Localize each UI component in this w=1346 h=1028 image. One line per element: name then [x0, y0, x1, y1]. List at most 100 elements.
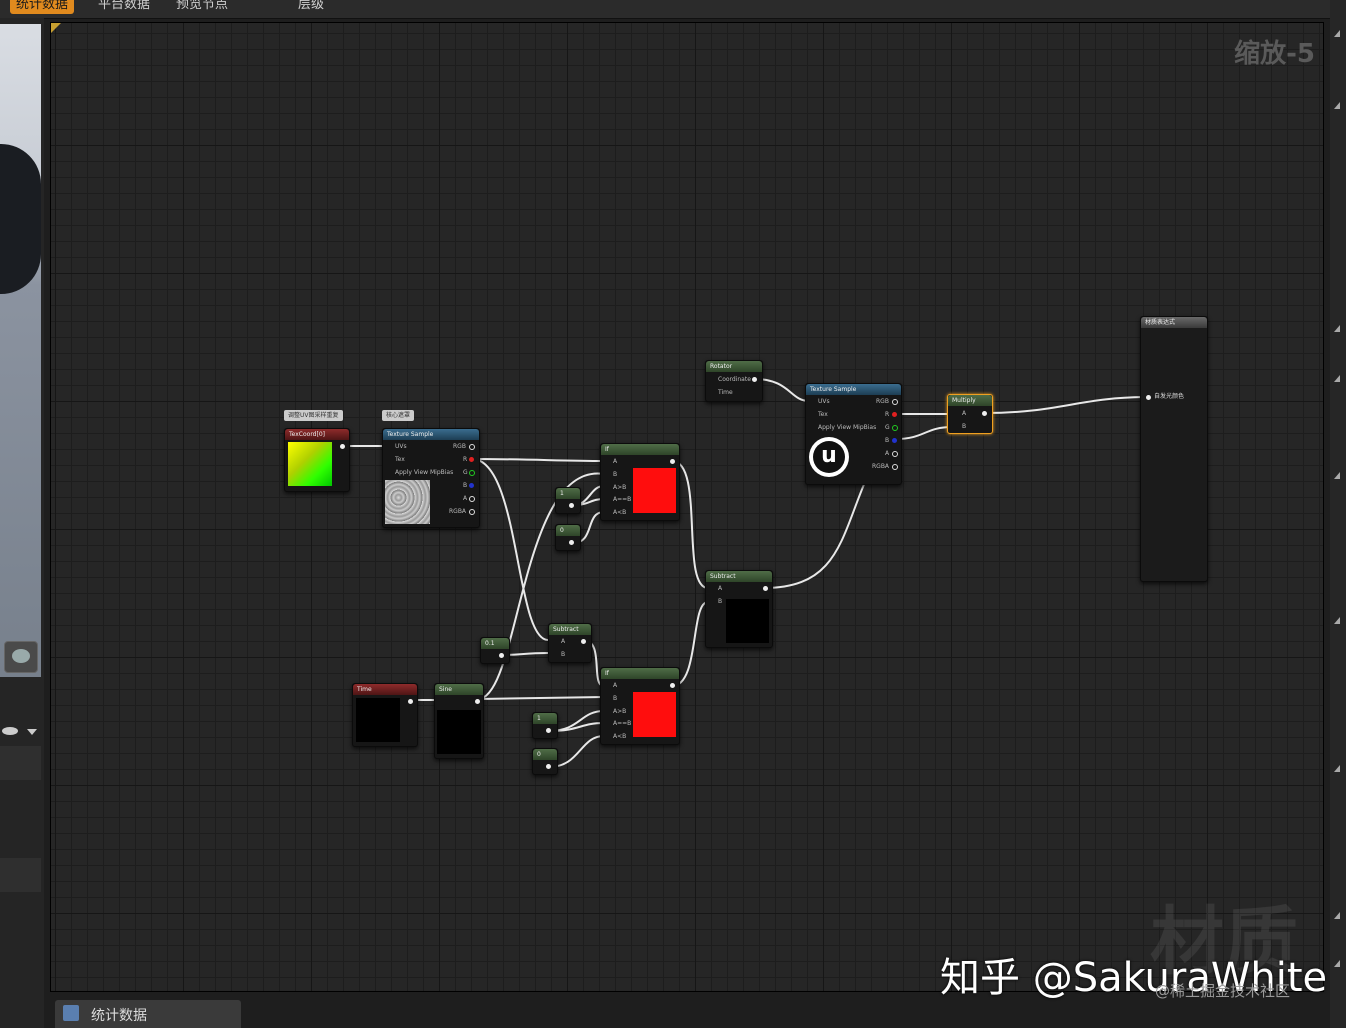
node-constant[interactable]: 0 — [532, 748, 558, 775]
bottom-tab-label: 统计数据 — [91, 1008, 147, 1024]
node-title: If — [601, 444, 679, 455]
black-preview — [356, 698, 400, 742]
uv-gradient-preview — [288, 442, 332, 486]
node-title: Texture Sample — [806, 384, 901, 395]
node-time[interactable]: Time — [352, 683, 418, 747]
pin-label: A<B — [613, 509, 627, 516]
output-pin[interactable] — [499, 653, 504, 658]
output-pin[interactable] — [475, 699, 480, 704]
output-pin[interactable] — [569, 540, 574, 545]
output-pin[interactable] — [546, 728, 551, 733]
node-title: Texture Sample — [383, 429, 479, 440]
node-if-2[interactable]: If A B A>B A==B A<B — [600, 667, 680, 745]
output-pin[interactable] — [340, 444, 345, 449]
output-pin[interactable] — [670, 459, 675, 464]
node-title: Sine — [435, 684, 483, 695]
pin-label: 自发光颜色 — [1154, 393, 1185, 400]
output-pin[interactable] — [469, 496, 475, 502]
pin-label: A — [463, 495, 468, 502]
comment-box[interactable]: 核心遮罩 — [382, 410, 415, 421]
node-texture-sample-1[interactable]: Texture Sample UVs Tex Apply View MipBia… — [382, 428, 480, 528]
wire — [471, 458, 549, 641]
pin-label: A — [561, 638, 566, 645]
pin-label: A — [613, 458, 618, 465]
black-preview — [726, 599, 769, 643]
node-title: 0 — [556, 525, 580, 536]
node-title: 1 — [533, 713, 557, 724]
red-preview — [633, 692, 676, 737]
input-pin-emissive[interactable] — [1146, 395, 1151, 400]
output-pin[interactable] — [469, 444, 475, 450]
output-pin[interactable] — [892, 399, 898, 405]
output-pin[interactable] — [546, 764, 551, 769]
output-pin[interactable] — [892, 451, 898, 457]
pin-label: R — [463, 456, 468, 463]
comment-box[interactable]: 调整UV图采样重复 — [284, 410, 343, 421]
pin-label: Coordinate — [718, 376, 751, 383]
wire — [471, 458, 605, 462]
node-subtract-1[interactable]: Subtract A B — [548, 623, 592, 663]
node-if-1[interactable]: If A B A>B A==B A<B — [600, 443, 680, 521]
pin-label: RGBA — [872, 463, 890, 470]
node-constant[interactable]: 0.1 — [480, 637, 510, 664]
stats-icon — [63, 1005, 79, 1021]
node-title: 材质表达式 — [1141, 317, 1207, 328]
node-texture-sample-2[interactable]: Texture Sample UVs Tex Apply View MipBia… — [805, 383, 902, 485]
node-title: 0 — [533, 749, 557, 760]
output-pin[interactable] — [763, 586, 768, 591]
node-multiply[interactable]: Multiply A B — [947, 394, 993, 434]
pin-label: A==B — [613, 720, 632, 727]
pin-label: B — [613, 471, 618, 478]
output-pin[interactable] — [408, 699, 413, 704]
wire — [477, 696, 605, 700]
pin-label: A>B — [613, 708, 627, 715]
node-texcoord[interactable]: TexCoord[0] — [284, 428, 350, 492]
output-pin[interactable] — [569, 503, 574, 508]
pin-label: Tex — [818, 411, 828, 418]
output-pin[interactable] — [982, 411, 987, 416]
output-pin[interactable] — [670, 683, 675, 688]
wire — [984, 396, 1150, 414]
output-pin[interactable] — [469, 470, 475, 476]
black-preview — [437, 710, 481, 754]
red-preview — [633, 468, 676, 513]
output-pin[interactable] — [892, 412, 897, 417]
pin-label: B — [962, 423, 967, 430]
pin-label: A — [885, 450, 890, 457]
output-pin[interactable] — [581, 639, 586, 644]
bottom-tab-stats[interactable]: 统计数据 — [55, 1000, 241, 1028]
output-pin[interactable] — [892, 425, 898, 431]
output-pin[interactable] — [892, 464, 898, 470]
pin-label: R — [885, 411, 890, 418]
output-pin[interactable] — [469, 457, 474, 462]
watermark-juejin: @稀土掘金技术社区 — [1155, 982, 1291, 1000]
node-title: TexCoord[0] — [285, 429, 349, 440]
node-rotator[interactable]: Rotator Coordinate Time — [705, 360, 763, 402]
output-pin[interactable] — [469, 509, 475, 515]
node-title: Multiply — [948, 395, 992, 406]
node-material-result[interactable]: 材质表达式 自发光颜色 — [1140, 316, 1208, 582]
pin-label: B — [463, 482, 468, 489]
node-title: 0.1 — [481, 638, 509, 649]
output-pin[interactable] — [469, 483, 474, 488]
node-title: Time — [353, 684, 417, 695]
pin-label: B — [613, 695, 618, 702]
pin-label: UVs — [395, 443, 407, 450]
pin-label: RGB — [453, 443, 466, 450]
pin-label: Apply View MipBias — [818, 424, 877, 431]
output-pin[interactable] — [752, 377, 757, 382]
output-pin[interactable] — [892, 438, 897, 443]
node-constant[interactable]: 1 — [532, 712, 558, 739]
noise-texture-preview — [385, 480, 430, 524]
wire — [894, 426, 953, 440]
pin-label: A>B — [613, 484, 627, 491]
node-sine[interactable]: Sine — [434, 683, 484, 759]
pin-label: RGB — [876, 398, 889, 405]
node-subtract-2[interactable]: Subtract A B — [705, 570, 773, 648]
pin-label: A<B — [613, 733, 627, 740]
node-constant[interactable]: 0 — [555, 524, 581, 551]
node-title: Rotator — [706, 361, 762, 372]
node-constant[interactable]: 1 — [555, 487, 581, 514]
pin-label: G — [885, 424, 890, 431]
unreal-logo-icon: u — [809, 437, 849, 477]
